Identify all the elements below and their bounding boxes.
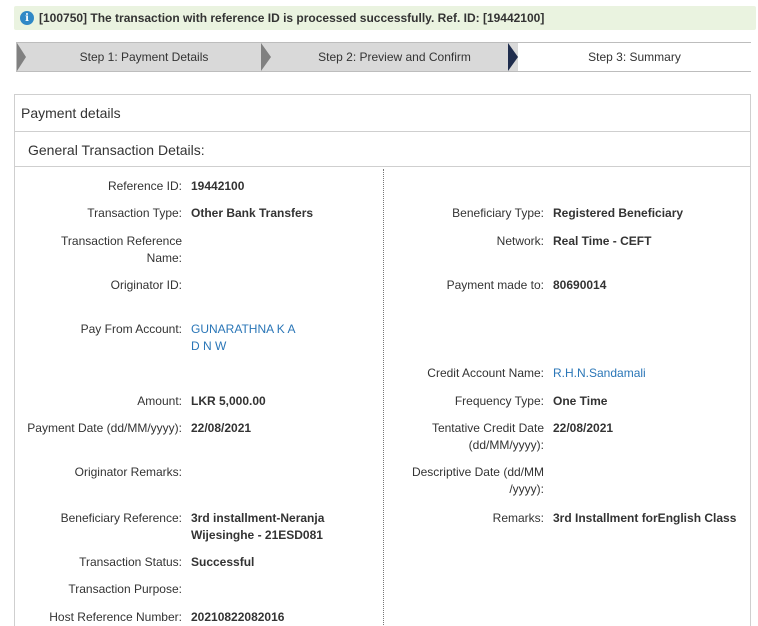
host-reference-number-label: Host Reference Number: (49, 610, 182, 624)
payment-date-label: Payment Date (dd/MM/yyyy): (27, 421, 182, 435)
success-alert: i [100750] The transaction with referenc… (14, 6, 756, 30)
beneficiary-type-label: Beneficiary Type: (452, 206, 544, 220)
host-reference-number-value: 20210822082016 (191, 610, 285, 624)
network-label: Network: (496, 234, 544, 248)
amount-label: Amount: (137, 394, 182, 408)
section-title: General Transaction Details: (15, 133, 750, 167)
step-left-marker (17, 43, 26, 71)
credit-account-name-link[interactable]: R.H.N.Sandamali (553, 365, 646, 382)
step-label: Step 3: Summary (588, 50, 681, 64)
beneficiary-reference-label: Beneficiary Reference: (60, 511, 182, 525)
tentative-credit-date-value: 22/08/2021 (553, 421, 614, 435)
alert-message: [100750] The transaction with reference … (39, 11, 545, 25)
step-preview-confirm[interactable]: Step 2: Preview and Confirm (271, 43, 518, 71)
network-value: Real Time - CEFT (553, 234, 652, 248)
step-arrow-2 (508, 43, 518, 71)
transaction-reference-name-label: Transaction Reference Name: (15, 233, 182, 267)
frequency-type-label: Frequency Type: (454, 394, 544, 408)
transaction-status-label: Transaction Status: (79, 555, 182, 569)
step-payment-details[interactable]: Step 1: Payment Details (17, 43, 271, 71)
label-line: (dd/MM/yyyy): (468, 438, 544, 452)
label-line: Descriptive Date (dd/MM (411, 465, 544, 479)
beneficiary-type-value: Registered Beneficiary (553, 206, 684, 220)
step-label: Step 2: Preview and Confirm (318, 50, 471, 64)
payment-details-panel: Payment details General Transaction Deta… (14, 94, 751, 626)
remarks-label: Remarks: (492, 511, 544, 525)
column-divider (383, 169, 384, 626)
payment-date-value: 22/08/2021 (191, 421, 252, 435)
label-line: /yyyy): (509, 482, 544, 496)
value-line: 3rd installment-Neranja (191, 511, 325, 525)
value-line: Wijesinghe - 21ESD081 (191, 528, 323, 542)
originator-remarks-label: Originator Remarks: (74, 465, 182, 479)
panel-title: Payment details (15, 95, 750, 132)
beneficiary-reference-value: 3rd installment-Neranja Wijesinghe - 21E… (191, 510, 324, 544)
account-line: D N W (191, 339, 227, 353)
pay-from-account-link[interactable]: GUNARATHNA K A D N W (191, 321, 295, 355)
transaction-type-value: Other Bank Transfers (191, 206, 314, 220)
transaction-type-label: Transaction Type: (87, 206, 182, 220)
label-line: Tentative Credit Date (431, 421, 544, 435)
info-icon: i (20, 11, 34, 25)
wizard-steps: Step 1: Payment Details Step 2: Preview … (16, 42, 751, 72)
label-line: Transaction Reference (61, 234, 182, 248)
step-summary: Step 3: Summary (518, 43, 751, 71)
descriptive-date-label: Descriptive Date (dd/MM /yyyy): (387, 464, 544, 498)
remarks-value: 3rd Installment forEnglish Class (553, 511, 737, 525)
tentative-credit-date-label: Tentative Credit Date (dd/MM/yyyy): (387, 420, 544, 454)
reference-id-label: Reference ID: (107, 179, 182, 193)
label-line: Name: (146, 251, 182, 265)
step-arrow-1 (261, 43, 271, 71)
originator-id-label: Originator ID: (110, 278, 182, 292)
amount-value: LKR 5,000.00 (191, 394, 266, 408)
transaction-purpose-label: Transaction Purpose: (68, 582, 182, 596)
account-line: GUNARATHNA K A (191, 322, 296, 336)
payment-made-to-value: 80690014 (553, 278, 607, 292)
frequency-type-value: One Time (553, 394, 608, 408)
pay-from-account-label: Pay From Account: (80, 322, 182, 336)
step-label: Step 1: Payment Details (79, 50, 209, 64)
credit-account-name-label: Credit Account Name: (427, 366, 544, 380)
payment-made-to-label: Payment made to: (446, 278, 544, 292)
transaction-status-value: Successful (191, 555, 255, 569)
reference-id-value: 19442100 (191, 179, 245, 193)
